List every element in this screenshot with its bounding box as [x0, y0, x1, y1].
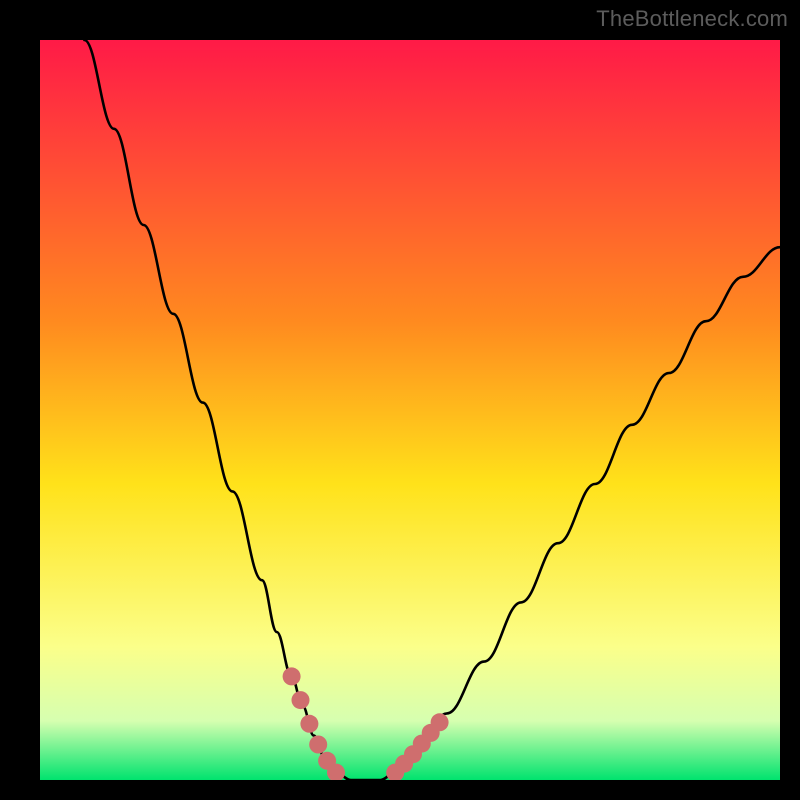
- chart-frame: TheBottleneck.com: [0, 0, 800, 800]
- plot-area: [40, 40, 780, 780]
- plot-svg: [40, 40, 780, 780]
- watermark-label: TheBottleneck.com: [596, 6, 788, 32]
